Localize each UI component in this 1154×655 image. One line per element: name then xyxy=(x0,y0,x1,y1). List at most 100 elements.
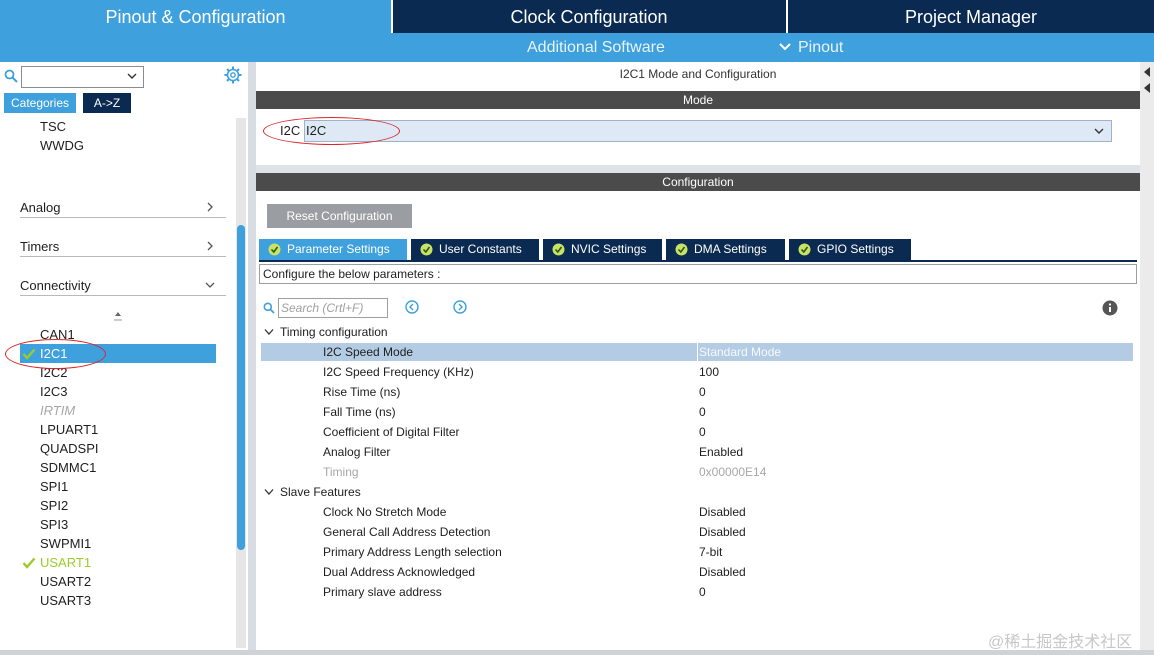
param-name: Primary slave address xyxy=(323,585,442,599)
configure-hint: Configure the below parameters : xyxy=(259,264,1137,284)
param-row-fall-time[interactable]: Fall Time (ns) 0 xyxy=(261,403,1133,421)
param-value[interactable]: 100 xyxy=(699,363,719,381)
search-dropdown[interactable] xyxy=(21,66,144,88)
tab-pinout-configuration[interactable]: Pinout & Configuration xyxy=(0,0,391,33)
right-edge-strip xyxy=(1140,62,1154,650)
list-item-spi3[interactable]: SPI3 xyxy=(40,515,68,534)
param-row-i2c-speed-frequency[interactable]: I2C Speed Frequency (KHz) 100 xyxy=(261,363,1133,381)
param-value[interactable]: 0 xyxy=(699,403,706,421)
param-row-clock-no-stretch[interactable]: Clock No Stretch Mode Disabled xyxy=(261,503,1133,521)
tab-label: DMA Settings xyxy=(694,242,767,256)
list-item-usart3[interactable]: USART3 xyxy=(40,591,91,610)
param-value[interactable]: Disabled xyxy=(699,563,746,581)
list-item-usart1[interactable]: USART1 xyxy=(40,553,91,572)
param-name: Coefficient of Digital Filter xyxy=(323,425,460,439)
additional-software-menu[interactable]: Additional Software xyxy=(527,33,665,62)
tab-parameter-settings[interactable]: Parameter Settings xyxy=(259,239,407,260)
param-value[interactable]: Disabled xyxy=(699,523,746,541)
param-name: I2C Speed Mode xyxy=(323,345,414,359)
list-item-quadspi[interactable]: QUADSPI xyxy=(40,439,99,458)
group-slave-features[interactable]: Slave Features xyxy=(264,483,361,501)
chevron-down-icon xyxy=(779,43,791,51)
param-row-timing: Timing 0x00000E14 xyxy=(261,463,1133,481)
param-row-digital-filter[interactable]: Coefficient of Digital Filter 0 xyxy=(261,423,1133,441)
group-timing-configuration[interactable]: Timing configuration xyxy=(264,323,388,341)
tab-label: GPIO Settings xyxy=(817,242,894,256)
param-name: Primary Address Length selection xyxy=(323,545,502,559)
param-value[interactable]: Disabled xyxy=(699,503,746,521)
list-item-irtim[interactable]: IRTIM xyxy=(40,401,75,420)
tab-categories[interactable]: Categories xyxy=(4,93,76,113)
search-icon[interactable] xyxy=(263,302,275,314)
category-analog[interactable]: Analog xyxy=(20,198,226,218)
category-label: Timers xyxy=(20,239,60,254)
param-name: I2C Speed Frequency (KHz) xyxy=(323,365,474,379)
tab-underline xyxy=(259,260,1137,262)
panel-title: I2C1 Mode and Configuration xyxy=(619,67,777,81)
param-row-analog-filter[interactable]: Analog Filter Enabled xyxy=(261,443,1133,461)
param-name: General Call Address Detection xyxy=(323,525,491,539)
param-row-i2c-speed-mode[interactable]: I2C Speed Mode Standard Mode xyxy=(261,343,1133,361)
tab-project-manager[interactable]: Project Manager xyxy=(788,0,1154,33)
param-row-general-call[interactable]: General Call Address Detection Disabled xyxy=(261,523,1133,541)
search-icon[interactable] xyxy=(4,69,18,83)
chevron-down-icon xyxy=(264,489,274,495)
list-item-lpuart1[interactable]: LPUART1 xyxy=(40,420,98,439)
param-row-primary-slave-address[interactable]: Primary slave address 0 xyxy=(261,583,1133,601)
reset-configuration-button[interactable]: Reset Configuration xyxy=(267,204,412,228)
collapse-arrow-icon[interactable] xyxy=(1142,82,1152,94)
param-value[interactable]: 7-bit xyxy=(699,543,722,561)
check-icon xyxy=(22,557,36,569)
configuration-header: Configuration xyxy=(256,173,1140,191)
previous-arrow-icon[interactable] xyxy=(405,300,419,314)
list-item-swpmi1[interactable]: SWPMI1 xyxy=(40,534,91,553)
mode-dropdown[interactable] xyxy=(304,120,1112,142)
category-timers[interactable]: Timers xyxy=(20,237,226,257)
annotation-circle xyxy=(263,117,400,145)
left-scrollbar-thumb[interactable] xyxy=(237,225,245,550)
parameter-search-input[interactable]: Search (Crtl+F) xyxy=(278,298,388,318)
param-name: Clock No Stretch Mode xyxy=(323,505,447,519)
tab-gpio-settings[interactable]: GPIO Settings xyxy=(789,239,911,260)
category-label: Analog xyxy=(20,200,61,215)
list-item-spi1[interactable]: SPI1 xyxy=(40,477,68,496)
param-value[interactable]: 0 xyxy=(699,583,706,601)
tab-a-z[interactable]: A->Z xyxy=(83,93,131,113)
next-arrow-icon[interactable] xyxy=(453,300,467,314)
list-item-sdmmc1[interactable]: SDMMC1 xyxy=(40,458,96,477)
param-value[interactable]: Standard Mode xyxy=(699,343,781,361)
tab-nvic-settings[interactable]: NVIC Settings xyxy=(543,239,662,260)
tab-label: Parameter Settings xyxy=(287,242,390,256)
param-name: Rise Time (ns) xyxy=(323,385,401,399)
tab-dma-settings[interactable]: DMA Settings xyxy=(666,239,785,260)
param-value[interactable]: 0 xyxy=(699,383,706,401)
tab-user-constants[interactable]: User Constants xyxy=(411,239,539,260)
tab-clock-configuration[interactable]: Clock Configuration xyxy=(393,0,785,33)
list-item-usart2[interactable]: USART2 xyxy=(40,572,91,591)
list-item-spi2[interactable]: SPI2 xyxy=(40,496,68,515)
category-connectivity[interactable]: Connectivity xyxy=(20,276,226,296)
param-value[interactable]: Enabled xyxy=(699,443,743,461)
panel-splitter[interactable] xyxy=(248,62,256,650)
bottom-edge xyxy=(0,650,1154,655)
collapse-arrow-icon[interactable] xyxy=(1142,66,1152,78)
param-name: Timing xyxy=(323,465,359,479)
tab-label: NVIC Settings xyxy=(571,242,647,256)
param-row-address-length[interactable]: Primary Address Length selection 7-bit xyxy=(261,543,1133,561)
param-row-rise-time[interactable]: Rise Time (ns) 0 xyxy=(261,383,1133,401)
check-circle-icon xyxy=(268,243,281,256)
gear-icon[interactable] xyxy=(224,66,242,84)
check-circle-icon xyxy=(552,243,565,256)
info-icon[interactable] xyxy=(1102,300,1118,316)
param-row-dual-address[interactable]: Dual Address Acknowledged Disabled xyxy=(261,563,1133,581)
sort-arrows-icon[interactable] xyxy=(113,311,123,323)
list-item-wwdg[interactable]: WWDG xyxy=(40,136,84,155)
check-circle-icon xyxy=(420,243,433,256)
list-item-tsc[interactable]: TSC xyxy=(40,117,66,136)
section-gap xyxy=(256,165,1140,173)
param-name: Dual Address Acknowledged xyxy=(323,565,476,579)
param-value[interactable]: 0 xyxy=(699,423,706,441)
list-item-i2c3[interactable]: I2C3 xyxy=(40,382,67,401)
chevron-down-icon xyxy=(127,73,137,79)
pinout-menu[interactable]: Pinout xyxy=(778,33,843,62)
